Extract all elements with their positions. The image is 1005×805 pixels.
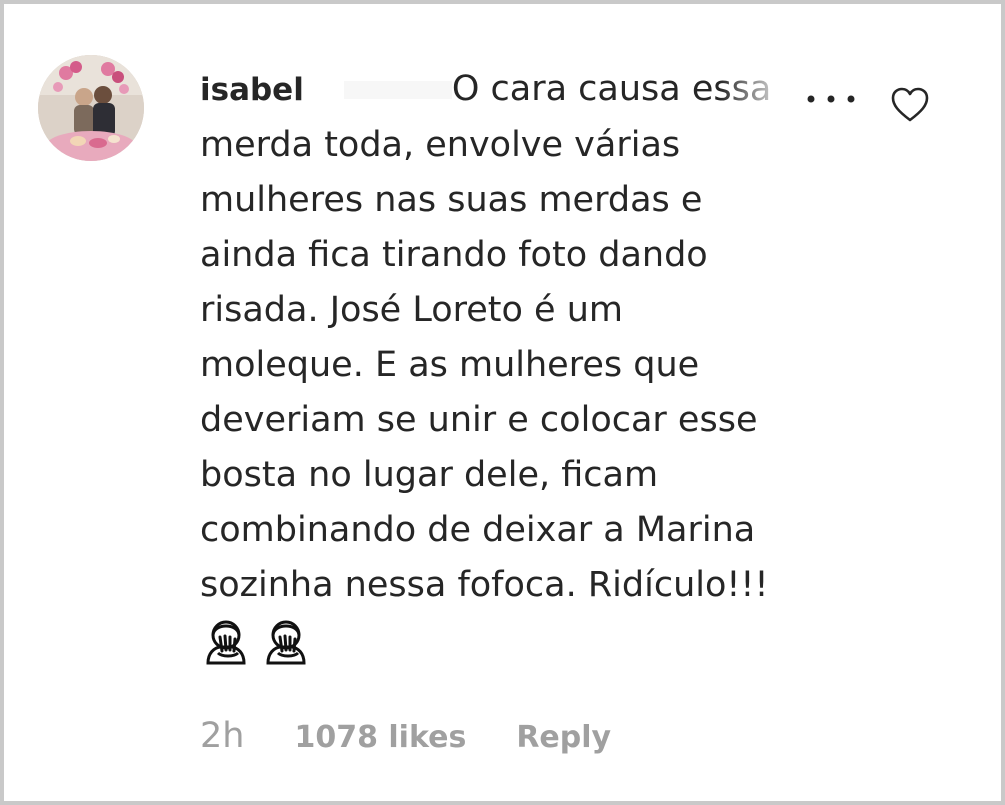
comment-text-line: deveriam se unir e colocar esse bbox=[200, 400, 758, 440]
comment-card: isabel O cara causa essa merda toda, envo… bbox=[0, 0, 1005, 805]
comment-text-line: bosta no lugar dele, ficam bbox=[200, 455, 659, 495]
comment-line-1: isabel O cara causa essa bbox=[200, 62, 790, 118]
comment-text-line: merda toda, envolve várias bbox=[200, 125, 681, 165]
redacted-name bbox=[343, 81, 452, 99]
comment-text-line: ainda fica tirando foto dando bbox=[200, 235, 708, 275]
comment-text-line: combinando de deixar a Marina bbox=[200, 510, 756, 550]
emoji-row bbox=[200, 617, 840, 669]
comment-text-line: sozinha nessa fofoca. Ridículo!!! bbox=[200, 565, 769, 605]
avatar[interactable] bbox=[38, 55, 144, 161]
face-palm-emoji bbox=[206, 620, 246, 665]
username[interactable]: isabel bbox=[200, 72, 304, 108]
timestamp[interactable]: 2h bbox=[200, 716, 244, 756]
comment-text-line: O cara causa essa bbox=[451, 69, 772, 109]
face-palm-emoji bbox=[266, 620, 306, 665]
comment-text-line: mulheres nas suas merdas e bbox=[200, 180, 703, 220]
more-options-icon[interactable] bbox=[804, 92, 858, 106]
avatar-photo bbox=[38, 55, 144, 161]
comment-text-line: moleque. E as mulheres que bbox=[200, 345, 700, 385]
heart-icon[interactable] bbox=[890, 86, 930, 124]
likes-count[interactable]: 1078 likes bbox=[294, 720, 466, 755]
comment-text-line: risada. José Loreto é um bbox=[200, 290, 623, 330]
reply-button[interactable]: Reply bbox=[516, 720, 611, 755]
comment-meta: 2h 1078 likes Reply bbox=[200, 716, 611, 756]
comment-body: isabel O cara causa essa merda toda, envo… bbox=[200, 62, 840, 669]
